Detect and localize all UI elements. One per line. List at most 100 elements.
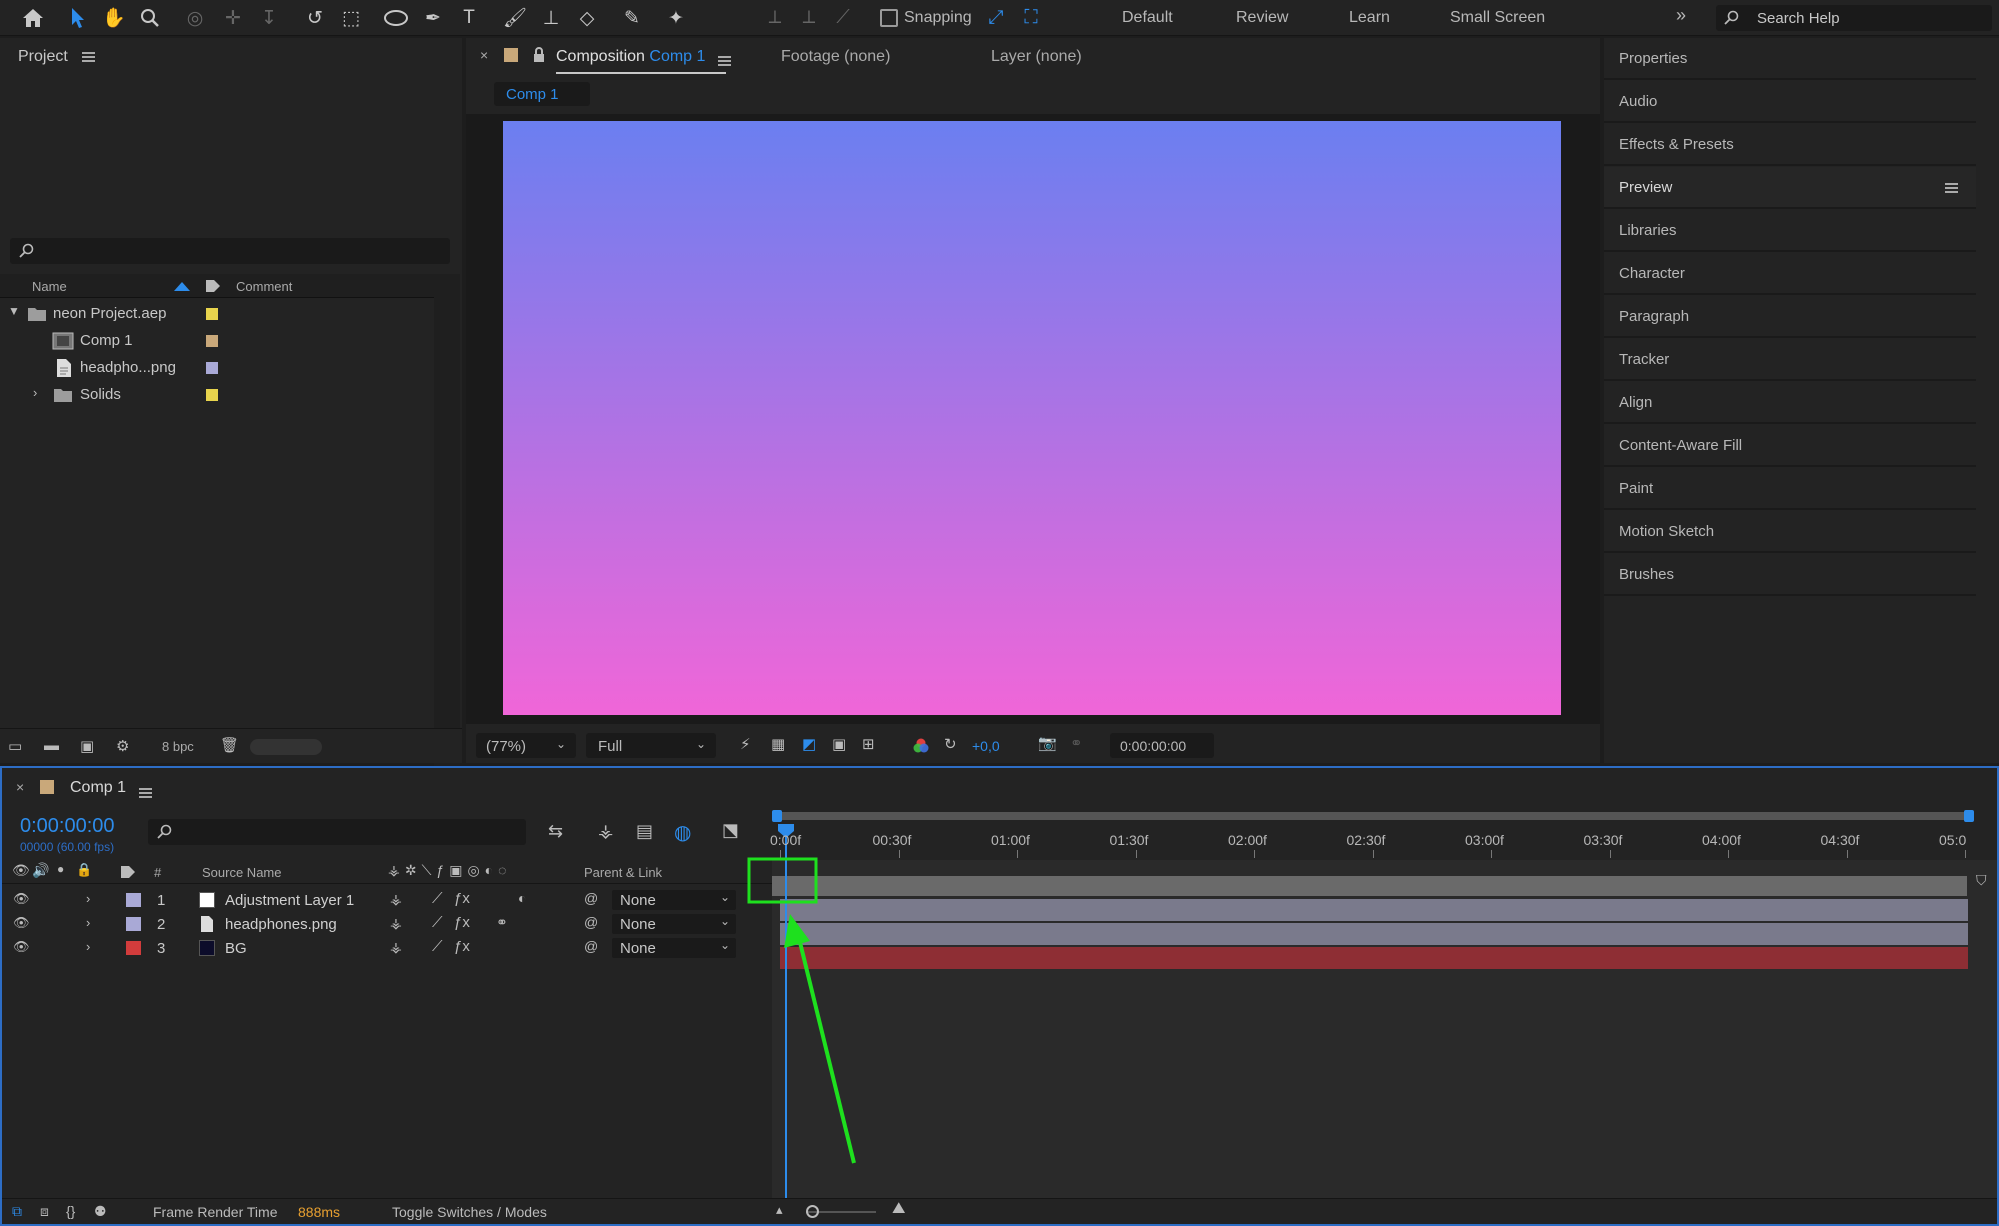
puppet-tool-icon[interactable]: ✦ (661, 3, 691, 33)
audio-switch-icon[interactable]: 🔊 (32, 862, 49, 879)
quality-switch-icon[interactable]: ⟋ (432, 938, 443, 955)
layer-row[interactable]: 👁 › 1 Adjustment Layer 1 ⚶ ⟋ ƒx ◐ @ None ⌄ (2, 888, 772, 912)
collapse-chevron-icon[interactable]: ▼ (8, 304, 20, 318)
quality-switch-icon[interactable]: ⟋ (432, 914, 443, 931)
layer-duration-bar[interactable] (780, 923, 1968, 945)
grid-guides-icon[interactable]: ⊞ (862, 735, 875, 753)
magnification-dropdown[interactable]: (77%) ⌄ (476, 733, 576, 758)
shy-switch-icon[interactable]: ⚶ (390, 939, 402, 956)
timeline-tab[interactable]: Comp 1 (70, 779, 126, 797)
layer-search-input[interactable] (148, 819, 526, 845)
work-area-bar[interactable] (772, 876, 1967, 896)
comp-marker-icon[interactable]: ⛉ (1976, 872, 1987, 889)
panel-content-aware-fill[interactable]: Content-Aware Fill (1604, 425, 1976, 467)
footage-tab[interactable]: Footage (none) (781, 48, 890, 66)
lock-switch-icon[interactable]: 🔒 (76, 862, 92, 878)
label-color-swatch[interactable] (206, 308, 218, 320)
axis-local-icon[interactable]: ⟂ (760, 3, 790, 33)
panel-character[interactable]: Character (1604, 253, 1976, 295)
interpret-footage-icon[interactable]: ▭ (8, 737, 22, 755)
panel-properties[interactable]: Properties (1604, 38, 1976, 80)
snap-edges-icon[interactable]: ⤢ (981, 3, 1011, 33)
close-tab-icon[interactable]: × (480, 47, 488, 63)
resolution-dropdown[interactable]: Full ⌄ (586, 733, 716, 758)
roto-brush-icon[interactable]: ✎ (617, 3, 647, 33)
exposure-value[interactable]: +0,0 (972, 738, 1000, 754)
pick-whip-icon[interactable]: @ (584, 890, 598, 906)
label-color-swatch[interactable] (206, 335, 218, 347)
home-icon[interactable] (18, 3, 48, 33)
playhead-line[interactable] (785, 836, 787, 1222)
panel-audio[interactable]: Audio (1604, 81, 1976, 123)
workspace-overflow-icon[interactable]: » (1676, 5, 1686, 26)
hand-tool-icon[interactable]: ✋ (99, 3, 129, 33)
project-menu-icon[interactable] (81, 52, 95, 63)
draft-3d-icon[interactable]: ⚶ (598, 821, 613, 842)
eye-icon[interactable]: 👁 (13, 915, 30, 931)
anchor-tool-icon[interactable]: ⬚ (336, 3, 366, 33)
panel-tracker[interactable]: Tracker (1604, 339, 1976, 381)
composition-tab[interactable]: Composition Comp 1 (556, 48, 705, 66)
axis-view-icon[interactable]: ⟋ (828, 3, 858, 33)
timeline-zoom-thumb[interactable] (806, 1205, 819, 1218)
dolly-tool-icon[interactable]: ↧ (254, 3, 284, 33)
solo-switch-icon[interactable]: ● (57, 862, 64, 876)
workspace-default[interactable]: Default (1122, 9, 1173, 27)
zoom-in-icon[interactable]: ⛰ (892, 1200, 905, 1218)
timeline-graph-area[interactable]: ⛉ (772, 808, 1997, 1222)
name-column-header[interactable]: Name (32, 279, 67, 294)
panel-brushes[interactable]: Brushes (1604, 554, 1976, 596)
panel-libraries[interactable]: Libraries (1604, 210, 1976, 252)
transfer-controls-toggle-icon[interactable]: ⧈ (40, 1203, 49, 1220)
composition-menu-icon[interactable] (718, 56, 731, 67)
in-out-toggle-icon[interactable]: {} (66, 1203, 75, 1219)
layer-row[interactable]: 👁 › 2 headphones.png ⚶ ⟋ ƒx ⚭ @ None ⌄ (2, 912, 772, 936)
parent-dropdown[interactable]: None ⌄ (612, 890, 736, 910)
comment-column-header[interactable]: Comment (236, 279, 292, 294)
toggle-switches-modes-button[interactable]: Toggle Switches / Modes (392, 1204, 547, 1220)
snapshot-camera-icon[interactable]: 📷 (1038, 734, 1057, 752)
layer-source-name[interactable]: Adjustment Layer 1 (225, 892, 354, 909)
project-item-comp-1[interactable]: Comp 1 (0, 328, 430, 355)
reset-exposure-icon[interactable]: ↻ (944, 735, 957, 753)
project-item-neon-project[interactable]: ▼ neon Project.aep ⛓ (0, 301, 455, 328)
current-time-field[interactable]: 0:00:00:00 (1110, 733, 1214, 758)
time-navigator[interactable] (772, 812, 1972, 820)
current-time-display[interactable]: 0:00:00:00 (20, 815, 115, 838)
project-panel-title[interactable]: Project (18, 48, 95, 66)
region-of-interest-icon[interactable]: ▣ (832, 735, 846, 753)
comp-flowchart-icon[interactable]: ⇆ (548, 821, 563, 842)
brush-tool-icon[interactable]: 🖌 (500, 3, 530, 33)
render-time-toggle-icon[interactable]: ⚉ (94, 1203, 107, 1220)
pick-whip-icon[interactable]: @ (584, 938, 598, 954)
workspace-small-screen[interactable]: Small Screen (1450, 9, 1545, 27)
project-scrollbar[interactable] (434, 274, 460, 770)
mask-visibility-icon[interactable]: ◩ (802, 735, 816, 753)
close-tab-icon[interactable]: × (16, 779, 24, 795)
layer-duration-bar[interactable] (780, 947, 1968, 969)
thumbnail-slider[interactable] (250, 739, 322, 755)
3d-layer-switch-icon[interactable]: ⚭ (496, 914, 508, 931)
snapping-checkbox[interactable] (880, 9, 898, 27)
zoom-tool-icon[interactable] (135, 3, 165, 33)
effects-switch-icon[interactable]: ƒx (454, 914, 470, 931)
project-item-headphones-png[interactable]: headpho...png (0, 355, 430, 382)
layer-label-swatch[interactable] (126, 917, 141, 931)
video-switch-icon[interactable]: 👁 (12, 862, 30, 879)
parent-link-header[interactable]: Parent & Link (584, 865, 662, 880)
show-snapshot-icon[interactable]: ⚭ (1070, 734, 1083, 752)
layer-tab[interactable]: Layer (none) (991, 48, 1082, 66)
panel-effects-presets[interactable]: Effects & Presets (1604, 124, 1976, 166)
label-color-swatch[interactable] (206, 389, 218, 401)
panel-preview[interactable]: Preview (1604, 167, 1976, 209)
effects-switch-icon[interactable]: ƒx (454, 938, 470, 955)
layer-label-swatch[interactable] (126, 893, 141, 907)
search-help-input[interactable]: Search Help (1716, 5, 1992, 31)
timeline-menu-icon[interactable] (139, 788, 152, 799)
expand-chevron-icon[interactable]: › (86, 939, 90, 954)
pen-tool-icon[interactable]: ✒ (418, 3, 448, 33)
layer-source-name[interactable]: headphones.png (225, 916, 337, 933)
graph-editor-icon[interactable]: ⬔ (722, 820, 739, 841)
adjustment-layer-switch-icon[interactable]: ◐ (518, 890, 526, 906)
panel-motion-sketch[interactable]: Motion Sketch (1604, 511, 1976, 553)
